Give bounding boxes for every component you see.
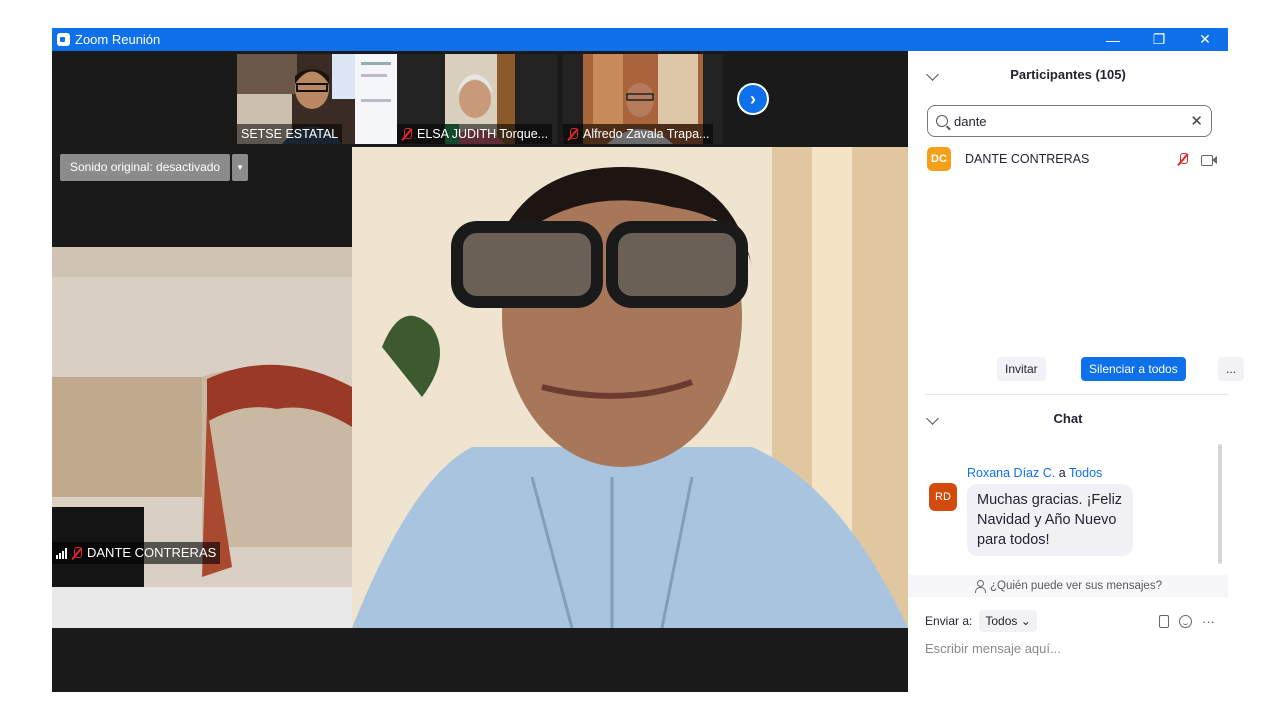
main-speaker-video: DANTE CONTRERAS — [52, 147, 908, 628]
chat-title: Chat — [1053, 410, 1083, 426]
participant-name: DANTE CONTRERAS — [965, 152, 1090, 166]
participants-search[interactable]: dante ✕ — [927, 105, 1212, 137]
muted-mic-icon — [567, 127, 579, 141]
chat-message-input[interactable]: Escribir mensaje aquí... — [925, 641, 1061, 656]
chevron-down-icon[interactable] — [926, 411, 939, 425]
side-panel: Participantes (105) dante ✕ DC DANTE CON… — [908, 51, 1245, 692]
muted-mic-icon[interactable] — [1177, 152, 1189, 166]
search-icon — [936, 115, 948, 127]
video-camera-icon[interactable] — [1201, 154, 1217, 166]
more-options-button[interactable]: ... — [1218, 357, 1245, 381]
section-divider — [925, 394, 1228, 395]
thumbnail-name-label: ELSA JUDITH Torque... — [397, 124, 553, 144]
participant-name: ELSA JUDITH Torque... — [417, 127, 549, 141]
send-to-label: Enviar a: — [925, 614, 973, 628]
avatar: DC — [927, 147, 951, 171]
avatar: RD — [929, 483, 957, 511]
zoom-app-icon — [57, 33, 70, 46]
chevron-right-icon: › — [750, 88, 756, 109]
thumbnail-video[interactable]: Alfredo Zavala Trapa... — [563, 54, 723, 144]
message-to-word: a — [1058, 466, 1066, 480]
chat-scrollbar[interactable] — [1218, 444, 1222, 564]
send-to-value: Todos — [985, 614, 1018, 628]
participants-header: Participantes (105) — [908, 51, 1228, 97]
muted-mic-icon — [71, 546, 83, 560]
participant-row[interactable]: DC DANTE CONTRERAS — [927, 147, 1217, 171]
restore-button[interactable]: ❐ — [1136, 28, 1182, 51]
person-icon — [974, 580, 987, 593]
thumbnail-name-label: SETSE ESTATAL — [237, 124, 343, 144]
participants-actions: Invitar Silenciar a todos ... — [908, 357, 1245, 381]
original-sound-button[interactable]: Sonido original: desactivado — [60, 154, 231, 181]
muted-mic-icon — [401, 127, 413, 141]
search-input[interactable]: dante — [954, 114, 1190, 129]
emoji-icon[interactable] — [1179, 614, 1192, 628]
chevron-down-icon: ⌄ — [1020, 614, 1031, 628]
message-recipient: Todos — [1068, 466, 1103, 480]
close-button[interactable]: ✕ — [1182, 28, 1228, 51]
chat-messages: Roxana Díaz C. a Todos RD Muchas gracias… — [908, 441, 1228, 571]
mute-all-button[interactable]: Silenciar a todos — [1081, 357, 1186, 381]
thumbnail-name-label: Alfredo Zavala Trapa... — [563, 124, 714, 144]
speaker-name: DANTE CONTRERAS — [87, 545, 217, 560]
file-icon[interactable] — [1159, 614, 1169, 628]
chat-header: Chat — [908, 398, 1228, 438]
minimize-button[interactable]: — — [1090, 28, 1136, 51]
who-can-see-label: ¿Quién puede ver sus mensajes? — [990, 580, 1162, 592]
participant-name: SETSE ESTATAL — [241, 127, 339, 141]
chevron-down-icon[interactable] — [926, 67, 939, 81]
thumbnail-video[interactable]: SETSE ESTATAL — [237, 54, 397, 144]
send-to-dropdown[interactable]: Todos ⌄ — [979, 610, 1037, 632]
original-sound-control: Sonido original: desactivado ▼ — [60, 154, 249, 181]
thumbnail-video[interactable]: ELSA JUDITH Torque... — [397, 54, 557, 144]
who-can-see-messages[interactable]: ¿Quién puede ver sus mensajes? — [908, 575, 1228, 597]
window-title: Zoom Reunión — [75, 32, 161, 47]
next-page-button[interactable]: › — [737, 83, 769, 115]
more-icon[interactable]: ··· — [1202, 614, 1215, 629]
message-sender[interactable]: Roxana Díaz C. — [967, 466, 1055, 480]
title-bar: Zoom Reunión — ❐ ✕ — [52, 28, 1228, 51]
participant-name: Alfredo Zavala Trapa... — [583, 127, 710, 141]
zoom-window: Zoom Reunión — ❐ ✕ SETSE ESTATAL ELSA JU… — [52, 28, 1245, 692]
send-to-row: Enviar a: Todos ⌄ ··· — [925, 609, 1215, 633]
original-sound-dropdown[interactable]: ▼ — [232, 154, 249, 181]
clear-search-icon[interactable]: ✕ — [1190, 112, 1203, 130]
message-bubble: Muchas gracias. ¡Feliz Navidad y Año Nue… — [967, 484, 1133, 556]
chat-tools: ··· — [1159, 614, 1215, 629]
video-area: SETSE ESTATAL ELSA JUDITH Torque... Alfr… — [52, 51, 908, 692]
thumbnail-strip: SETSE ESTATAL ELSA JUDITH Torque... Alfr… — [52, 51, 908, 147]
speaker-name-label: DANTE CONTRERAS — [52, 542, 221, 564]
participants-title: Participantes (105) — [1010, 66, 1126, 82]
invite-button[interactable]: Invitar — [997, 357, 1046, 381]
signal-strength-icon — [56, 547, 67, 559]
message-sender-line: Roxana Díaz C. a Todos — [967, 466, 1102, 480]
